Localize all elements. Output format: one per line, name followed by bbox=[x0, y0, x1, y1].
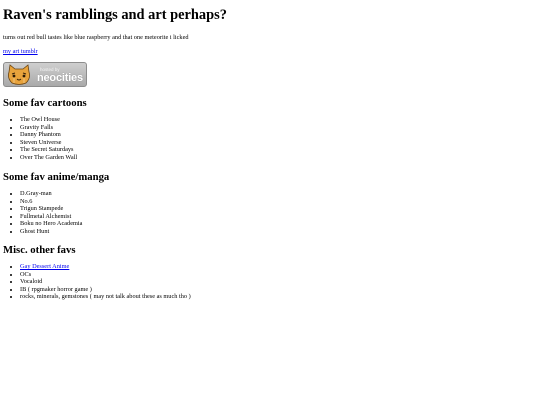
page: Raven's ramblings and art perhaps? turns… bbox=[0, 0, 540, 405]
neocities-badge[interactable]: hosted by neocities bbox=[3, 62, 87, 87]
list-item: No.6 bbox=[20, 198, 82, 206]
page-title: Raven's ramblings and art perhaps? bbox=[3, 7, 227, 23]
list-item: Boku no Hero Academia bbox=[20, 220, 82, 228]
anime-heading: Some fav anime/manga bbox=[3, 171, 110, 183]
misc-heading: Misc. other favs bbox=[3, 244, 76, 256]
gay-dessert-anime-link[interactable]: Gay Dessert Anime bbox=[20, 263, 69, 270]
anime-list: D.Gray-man No.6 Trigun Stampede Fullmeta… bbox=[11, 190, 82, 236]
neocities-cat-icon bbox=[8, 64, 30, 85]
art-tumblr-link[interactable]: my art tumblr bbox=[3, 48, 38, 55]
list-item: IB ( rpgmaker horror game ) bbox=[20, 286, 191, 294]
tagline: turns out red bull tastes like blue rasp… bbox=[3, 34, 189, 41]
badge-brand-text: neocities bbox=[37, 72, 83, 84]
list-item: D.Gray-man bbox=[20, 190, 82, 198]
list-item: Fullmetal Alchemist bbox=[20, 213, 82, 221]
list-item: Ghost Hunt bbox=[20, 228, 82, 236]
list-item: rocks, minerals, gemstones ( may not tal… bbox=[20, 293, 191, 301]
list-item: Danny Phantom bbox=[20, 131, 77, 139]
cartoons-heading: Some fav cartoons bbox=[3, 97, 87, 109]
cartoons-list: The Owl House Gravity Falls Danny Phanto… bbox=[11, 116, 77, 162]
list-item: OCs bbox=[20, 271, 191, 279]
list-item: The Secret Saturdays bbox=[20, 146, 77, 154]
list-item: Trigun Stampede bbox=[20, 205, 82, 213]
list-item: The Owl House bbox=[20, 116, 77, 124]
list-item: Gravity Falls bbox=[20, 124, 77, 132]
list-item: Gay Dessert Anime bbox=[20, 263, 191, 271]
list-item: Steven Universe bbox=[20, 139, 77, 147]
misc-list: Gay Dessert Anime OCs Vocaloid IB ( rpgm… bbox=[11, 263, 191, 301]
list-item: Vocaloid bbox=[20, 278, 191, 286]
list-item: Over The Garden Wall bbox=[20, 154, 77, 162]
